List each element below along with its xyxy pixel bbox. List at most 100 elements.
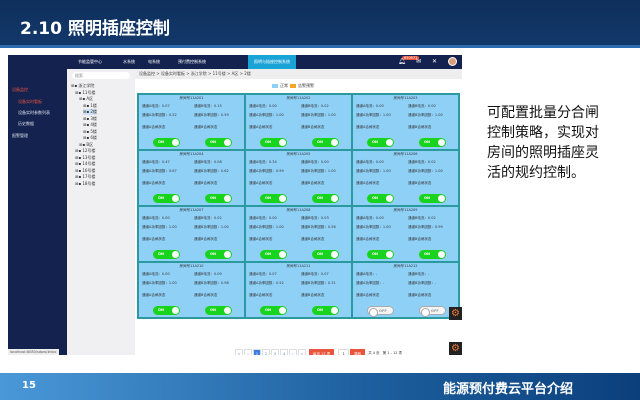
channel-b-toggle[interactable]: ON xyxy=(312,194,339,203)
channel-b-toggle[interactable]: ON xyxy=(205,250,232,259)
channel-b-toggle[interactable]: ON xyxy=(205,194,232,203)
last-page-button[interactable]: » xyxy=(298,349,306,355)
page-size-select[interactable]: 每页 12 项 xyxy=(309,349,335,355)
tree-node[interactable]: ⊞▪ 4楼 xyxy=(83,122,97,128)
channel-a-state: 通道A合闸状态 xyxy=(249,237,272,242)
channel-a-current: 通道A电流：0.34 xyxy=(249,160,277,165)
tree-node[interactable]: ⊞▪ 11号楼 xyxy=(75,90,95,96)
channel-a-toggle[interactable]: ON xyxy=(153,250,180,259)
channel-b-toggle[interactable]: OFF xyxy=(419,306,446,317)
channel-a-current: 通道A电流：0.00 xyxy=(249,216,277,221)
tree-node[interactable]: ⊞▪ 18号楼 xyxy=(75,181,95,187)
channel-a-toggle[interactable]: ON xyxy=(153,306,180,315)
channel-a-toggle[interactable]: ON xyxy=(153,194,180,203)
channel-a-current: 通道A电流：- xyxy=(356,272,377,277)
channel-a-toggle[interactable]: ON xyxy=(260,138,287,147)
channel-a-current-label: 通道A电流： xyxy=(356,160,376,164)
tree-node[interactable]: ⊞▪ 13号楼 xyxy=(75,155,95,161)
tree-node[interactable]: ⊞▪ B区 xyxy=(79,142,93,148)
sidebar-item[interactable]: 历史数据 xyxy=(18,121,34,127)
nav-item[interactable]: 节能监管中心 xyxy=(78,55,102,69)
pagination: «‹ 1 2 3 4 ›» 每页 12 项 1 跳转共 4 页第 1 - 12 项 xyxy=(235,349,402,355)
tree-node-label: 4楼 xyxy=(90,122,97,127)
channel-a-toggle[interactable]: ON xyxy=(367,250,394,259)
room-number: 房间号11A210 xyxy=(139,264,244,269)
channel-b-current-label: 通道B电流： xyxy=(301,272,321,276)
page-button[interactable]: 1 xyxy=(253,349,261,355)
channel-a-toggle[interactable]: ON xyxy=(367,138,394,147)
nav-item[interactable]: 预付费控制系统 xyxy=(178,55,206,69)
channel-b-toggle[interactable]: ON xyxy=(419,194,446,203)
legend-normal-swatch xyxy=(272,84,278,88)
channel-b-toggle[interactable]: ON xyxy=(419,138,446,147)
channel-a-toggle[interactable]: ON xyxy=(153,138,180,147)
tree-node-label: 1楼 xyxy=(90,102,97,108)
legend-normal: 正常 xyxy=(280,83,288,88)
channel-b-power-factor: 通道B功率因数：0.56 xyxy=(301,225,336,230)
channel-a-toggle[interactable]: ON xyxy=(260,250,287,259)
channel-a-toggle[interactable]: OFF xyxy=(367,306,394,317)
channel-a-toggle[interactable]: ON xyxy=(367,194,394,203)
channel-b-toggle[interactable]: ON xyxy=(312,306,339,315)
channel-a-toggle[interactable]: ON xyxy=(260,194,287,203)
settings-gear-icon[interactable]: ⚙ xyxy=(449,307,462,320)
channel-a-state: 通道A合闸状态 xyxy=(356,181,379,186)
channel-b-power-factor: 通道B功率因数：0.62 xyxy=(194,169,229,174)
tree-node[interactable]: ⊞▪ 2楼 xyxy=(83,109,97,115)
page-button[interactable]: 4 xyxy=(280,349,288,355)
sidebar-item[interactable]: 设备监控 xyxy=(12,87,28,93)
channel-a-state: 通道A合闸状态 xyxy=(142,293,165,298)
sidebar-item[interactable]: 报警管理 xyxy=(12,133,28,139)
bell-icon[interactable]: 🔔︎ xyxy=(398,58,406,65)
slide-footer: 15 能源预付费云平台介绍 xyxy=(0,373,640,400)
channel-a-power-factor: 通道A功率因数：1.00 xyxy=(142,225,177,230)
channel-a-current-value: 0.00 xyxy=(268,216,277,220)
next-page-button[interactable]: › xyxy=(289,349,297,355)
sidebar-item[interactable]: 设备实时参数列表 xyxy=(18,110,50,116)
prev-page-button[interactable]: ‹ xyxy=(244,349,252,355)
channel-b-toggle[interactable]: ON xyxy=(312,250,339,259)
page-button[interactable]: 2 xyxy=(262,349,270,355)
channel-b-toggle[interactable]: ON xyxy=(205,138,232,147)
first-page-button[interactable]: « xyxy=(235,349,243,355)
channel-b-toggle[interactable]: ON xyxy=(312,138,339,147)
room-label: 房间号 xyxy=(286,152,297,156)
tree-node[interactable]: ⊞▪ 1楼 xyxy=(83,103,97,109)
avatar[interactable] xyxy=(448,57,457,66)
page-number: 15 xyxy=(22,380,36,391)
fullscreen-icon[interactable]: ✕ xyxy=(432,58,437,65)
channel-b-state: 通道B合闸状态 xyxy=(194,237,217,242)
tree-node[interactable]: ⊞▪ 12号楼 xyxy=(75,148,95,154)
channel-b-toggle[interactable]: ON xyxy=(419,250,446,259)
channel-a-toggle[interactable]: ON xyxy=(260,306,287,315)
mail-icon[interactable]: ✉ xyxy=(416,58,421,65)
channel-a-state: 通道A合闸状态 xyxy=(142,237,165,242)
tree-node[interactable]: ⊞▪ 5楼 xyxy=(83,129,97,135)
nav-item[interactable]: 水系统 xyxy=(123,55,135,69)
room-label: 房间号 xyxy=(393,152,404,156)
jump-button[interactable]: 跳转 xyxy=(350,349,366,355)
channel-a-power-factor: 通道A功率因数：1.00 xyxy=(249,113,284,118)
tree-node[interactable]: ⊞▪ 14号楼 xyxy=(75,161,95,167)
nav-item[interactable]: 照明与插座控制系统 xyxy=(248,55,296,69)
tree-node[interactable]: ⊞▪ 3楼 xyxy=(83,116,97,122)
room-label: 房间号 xyxy=(393,208,404,212)
page-button[interactable]: 3 xyxy=(271,349,279,355)
nav-item[interactable]: 电系统 xyxy=(148,55,160,69)
channel-b-state: 通道B合闸状态 xyxy=(301,181,324,186)
tree-node[interactable]: ⊞▪ A区 xyxy=(79,96,93,102)
room-card-grid: 房间号11A201 通道A电流：0.07 通道B电流：0.15 通道A功率因数：0.5… xyxy=(137,93,460,319)
tree-node[interactable]: ⊞▪ 16号楼 xyxy=(75,168,95,174)
channel-b-current-label: 通道B电流： xyxy=(408,104,428,108)
settings-gear-icon[interactable]: ⚙ xyxy=(449,342,462,355)
tree-node[interactable]: ⊞▪ 6楼 xyxy=(83,135,97,141)
sidebar-item[interactable]: 设备实时看板 xyxy=(18,99,42,105)
jump-page-input[interactable]: 1 xyxy=(338,349,350,355)
channel-a-state: 通道A合闸状态 xyxy=(142,181,165,186)
tree-search-input[interactable]: 搜索 xyxy=(72,72,130,79)
channel-b-power-factor-value: - xyxy=(434,281,437,285)
tree-node[interactable]: ⊞▪ 17号楼 xyxy=(75,174,95,180)
channel-b-current: 通道B电流：0.02 xyxy=(408,216,436,221)
channel-b-toggle[interactable]: ON xyxy=(205,306,232,315)
tree-node[interactable]: ⊞▪ 浙江学院 xyxy=(71,83,94,89)
